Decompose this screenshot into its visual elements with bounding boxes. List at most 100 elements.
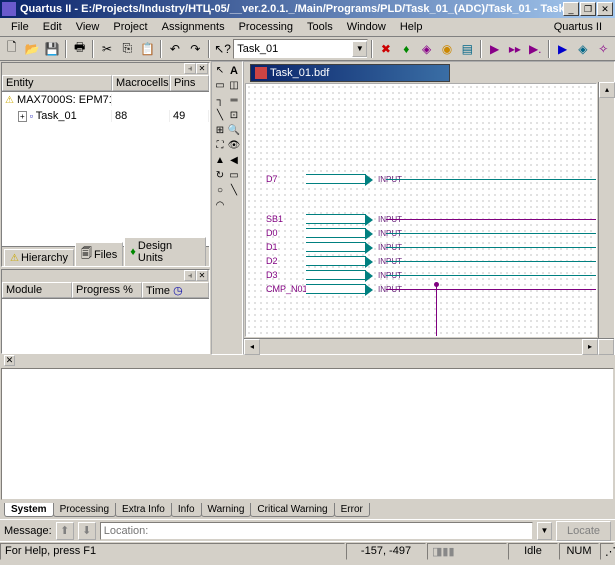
scroll-right-icon[interactable]: ▸ [582,339,598,355]
wire[interactable] [386,289,597,290]
prog-icon[interactable]: ◈ [573,39,592,59]
panel-close-icon[interactable]: ✕ [196,63,208,74]
save-icon[interactable]: 💾 [43,39,62,59]
help-pointer-icon[interactable]: ↖? [213,39,232,59]
open-icon[interactable]: 📂 [22,39,41,59]
select-tool-icon[interactable]: ↖ [213,63,227,78]
rubberband-icon[interactable]: ⊞ [213,123,227,138]
tab-processing[interactable]: Processing [53,503,116,517]
col-time[interactable]: Time ◷ [142,282,209,298]
diagonal-node-icon[interactable]: ╲ [213,108,227,123]
table-row[interactable]: + ▫ Task_01 88 49 [2,108,209,124]
menu-help[interactable]: Help [393,19,430,35]
print-icon[interactable]: 🖶 [70,39,89,59]
panel-close-icon[interactable]: ✕ [196,270,208,281]
vertical-scrollbar[interactable]: ▴ [598,82,614,338]
wire[interactable] [436,284,437,337]
menu-view[interactable]: View [69,19,107,35]
location-dropdown-icon[interactable]: ▼ [537,522,552,540]
col-pins[interactable]: Pins [170,75,209,91]
pin-d7[interactable]: D7INPUT [266,172,402,186]
horizontal-scrollbar[interactable]: ◂ ▸ [244,338,614,354]
symbol-tool-icon[interactable]: ▭ [213,78,227,93]
run-icon[interactable]: ▶ [553,39,572,59]
wire[interactable] [386,233,597,234]
analyze-icon[interactable]: ▸▸ [505,39,524,59]
col-macrocells[interactable]: Macrocells [112,75,170,91]
zoom-icon[interactable]: 🔍 [227,123,241,138]
settings-icon[interactable]: ♦ [397,39,416,59]
pin-d1[interactable]: D1INPUT [266,240,402,254]
next-message-icon[interactable]: ⬇ [78,522,96,540]
tab-files[interactable]: 🗐Files [75,242,123,266]
document-tab[interactable]: Task_01.bdf [250,64,450,82]
wire[interactable] [386,247,597,248]
status-grid[interactable] [2,299,209,353]
menu-processing[interactable]: Processing [232,19,300,35]
tab-error[interactable]: Error [334,503,370,517]
wire[interactable] [386,275,597,276]
schematic-canvas[interactable]: D7INPUT SB1INPUTD0INPUTD1INPUTD2INPUTD3IN… [245,83,597,337]
resize-grip-icon[interactable]: ⋰ [600,543,614,560]
messages-close-icon[interactable]: ✕ [4,355,15,366]
wire[interactable] [386,179,597,180]
timing-icon[interactable]: ◉ [437,39,456,59]
tab-hierarchy[interactable]: ⚠Hierarchy [4,249,74,266]
menu-project[interactable]: Project [106,19,154,35]
design-combo[interactable]: Task_01 ▼ [233,39,368,59]
tab-extra-info[interactable]: Extra Info [115,503,172,517]
tab-warning[interactable]: Warning [201,503,252,517]
copy-icon[interactable]: ⎘ [118,39,137,59]
pin-sb1[interactable]: SB1INPUT [266,212,402,226]
flip-v-icon[interactable]: ◀ [227,153,241,168]
new-icon[interactable]: 🗋 [2,39,21,59]
scroll-up-icon[interactable]: ▴ [599,82,615,98]
menu-file[interactable]: File [4,19,36,35]
table-row[interactable]: ⚠ MAX7000S: EPM712... [2,92,209,108]
pin-cmp_n01[interactable]: CMP_N01INPUT [266,282,402,296]
paste-icon[interactable]: 📋 [138,39,157,59]
locate-button[interactable]: Locate [556,521,611,541]
chevron-down-icon[interactable]: ▼ [352,41,367,57]
redo-icon[interactable]: ↷ [186,39,205,59]
pin-d3[interactable]: D3INPUT [266,268,402,282]
tool-icon[interactable]: ✧ [594,39,613,59]
orthogonal-bus-icon[interactable]: ═ [227,93,241,108]
block-tool-icon[interactable]: ◫ [227,78,241,93]
pin-d0[interactable]: D0INPUT [266,226,402,240]
undo-icon[interactable]: ↶ [165,39,184,59]
menu-tools[interactable]: Tools [300,19,340,35]
compile-icon[interactable]: ▶ [485,39,504,59]
oval-tool-icon[interactable]: ○ [213,183,227,198]
menu-edit[interactable]: Edit [36,19,69,35]
menu-window[interactable]: Window [340,19,393,35]
tree-expand-icon[interactable]: + [18,111,27,122]
tab-design-units[interactable]: ♦Design Units [124,237,206,266]
panel-pin-icon[interactable]: ⫞ [184,63,196,74]
text-tool-icon[interactable]: A [227,63,241,78]
tab-critical-warning[interactable]: Critical Warning [250,503,334,517]
panel-pin-icon[interactable]: ⫞ [184,270,196,281]
close-button[interactable]: ✕ [597,2,613,16]
minimize-button[interactable]: _ [563,2,579,16]
db-icon[interactable]: ▤ [458,39,477,59]
col-entity[interactable]: Entity [2,75,112,91]
flip-h-icon[interactable]: ▲ [213,153,227,168]
wire-node[interactable] [434,282,439,287]
sim-icon[interactable]: ▶. [526,39,545,59]
hierarchy-grid[interactable]: ⚠ MAX7000S: EPM712... + ▫ Task_01 88 49 [2,92,209,246]
chip-icon[interactable]: ◈ [417,39,436,59]
col-progress[interactable]: Progress % [72,282,142,298]
prev-message-icon[interactable]: ⬆ [56,522,74,540]
col-module[interactable]: Module [2,282,72,298]
scroll-left-icon[interactable]: ◂ [244,339,260,355]
rect-tool-icon[interactable]: ▭ [227,168,241,183]
wire[interactable] [386,219,597,220]
cut-icon[interactable]: ✂ [97,39,116,59]
find-icon[interactable]: 👁 [227,138,241,153]
orthogonal-node-icon[interactable]: ┐ [213,93,227,108]
fullscreen-icon[interactable]: ⛶ [213,138,227,153]
pin-d2[interactable]: D2INPUT [266,254,402,268]
rotate-icon[interactable]: ↻ [213,168,227,183]
tab-system[interactable]: System [4,503,54,517]
